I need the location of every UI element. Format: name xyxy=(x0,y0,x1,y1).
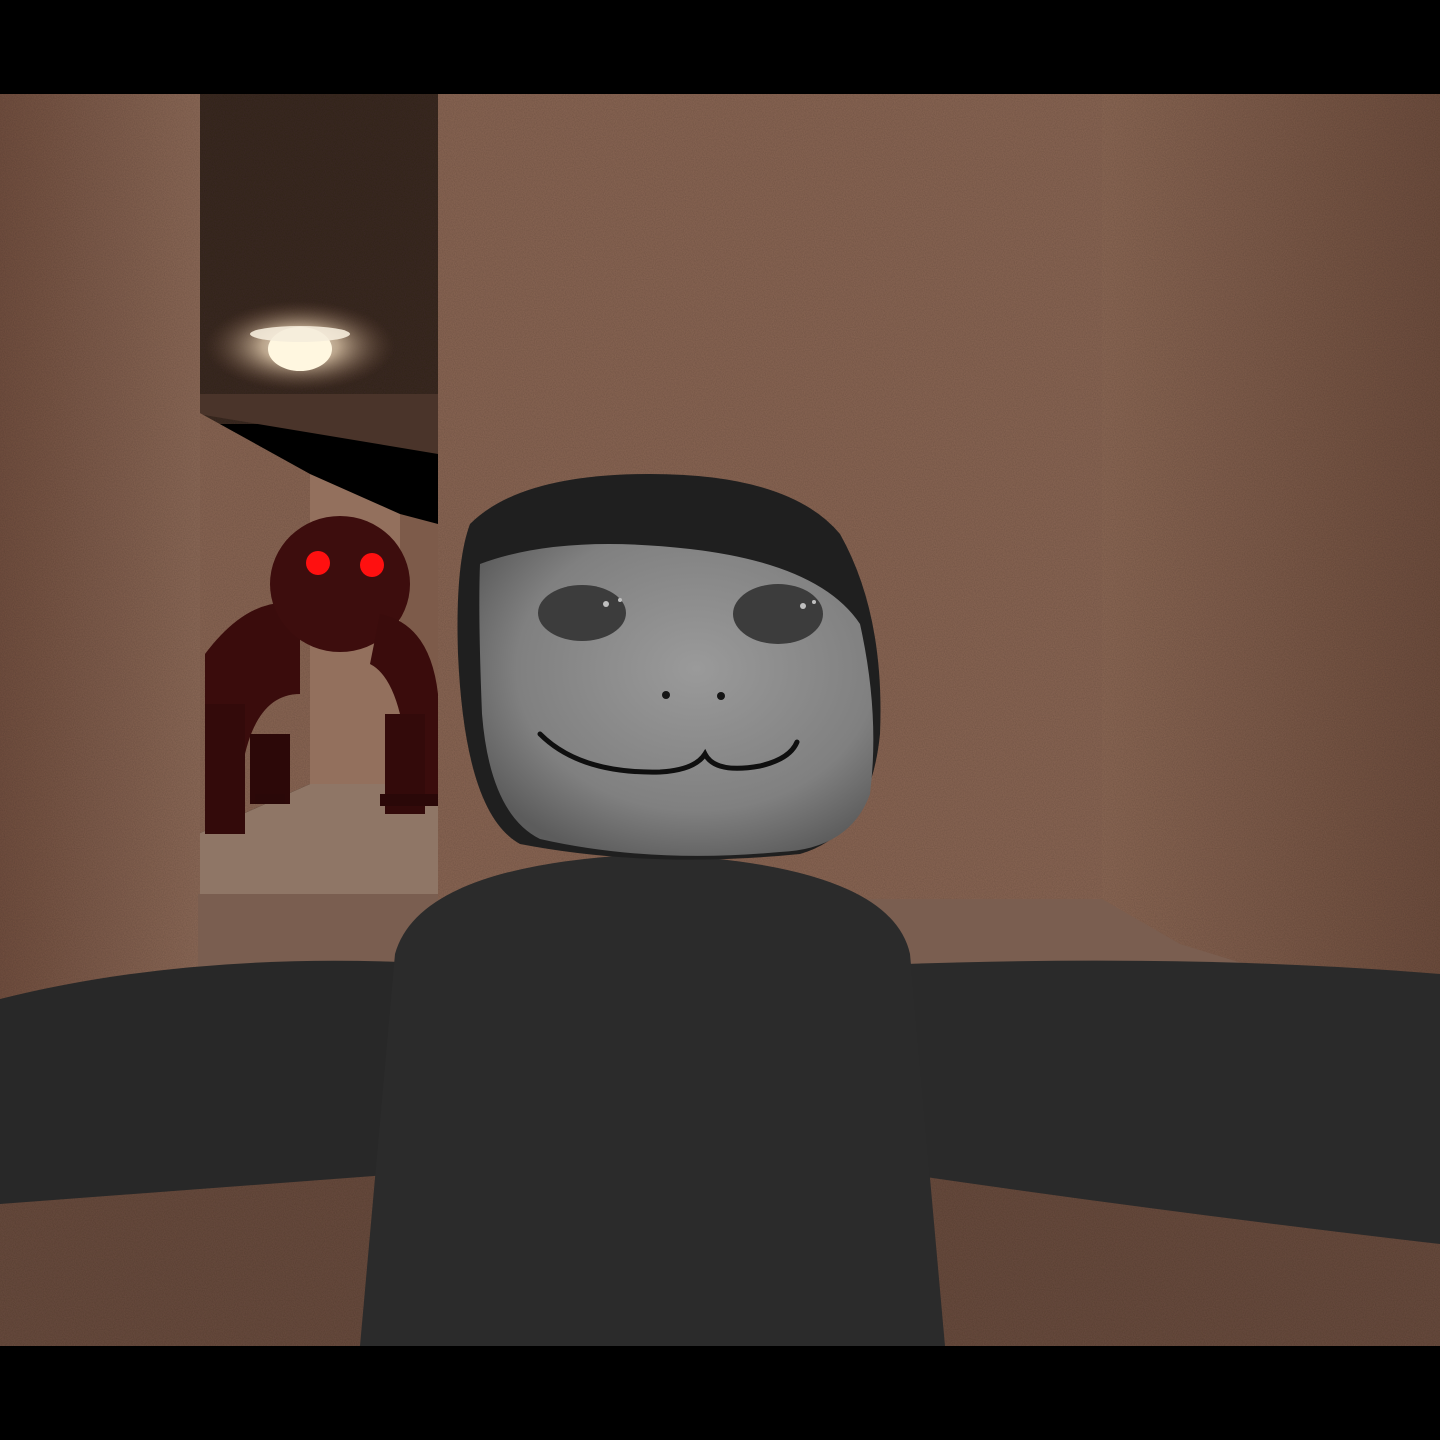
player-left-eye xyxy=(538,585,626,641)
player-right-eye xyxy=(733,584,823,644)
scene-render xyxy=(0,94,1440,1346)
player-torso xyxy=(360,854,945,1346)
ceiling-light-icon xyxy=(205,301,395,391)
player-face xyxy=(479,544,874,856)
game-screen xyxy=(0,0,1440,1440)
player-left-arm xyxy=(0,960,400,1204)
player-nose-right xyxy=(717,692,725,700)
monster-left-eye xyxy=(306,551,330,575)
right-wall xyxy=(1102,94,1440,994)
monster-right-eye xyxy=(360,553,384,577)
corridor-ceiling xyxy=(198,94,438,454)
game-viewport xyxy=(0,94,1440,1346)
player-nose-left xyxy=(662,691,670,699)
